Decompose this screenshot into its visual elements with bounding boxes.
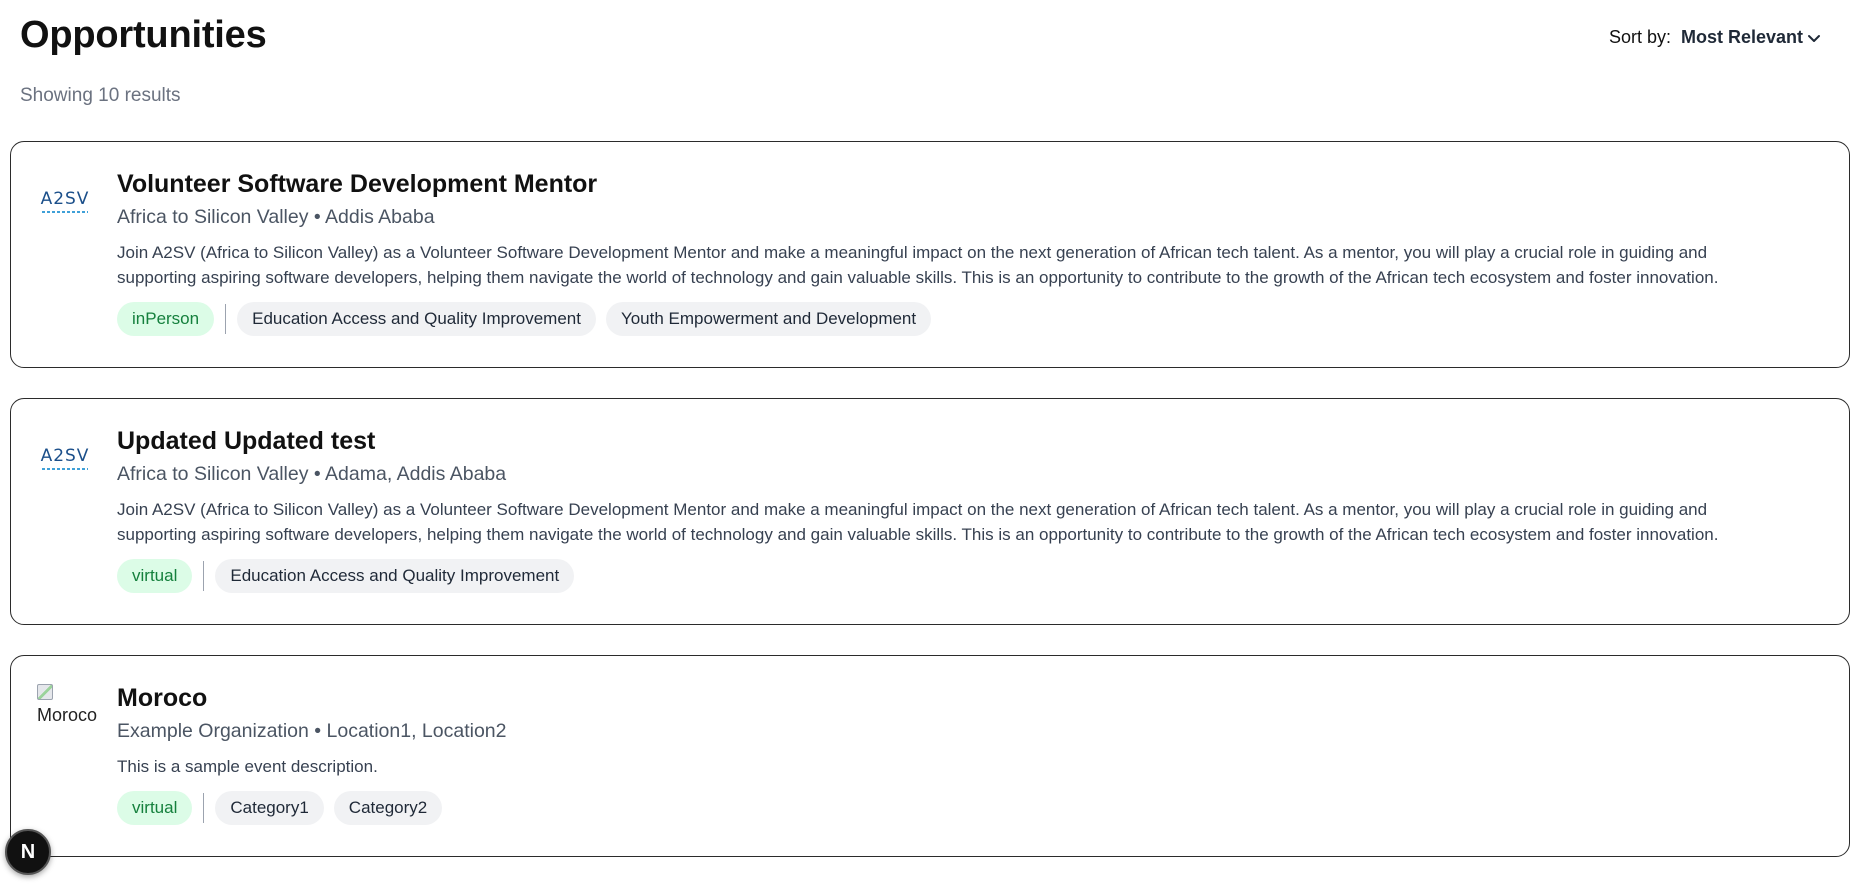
card-description: Join A2SV (Africa to Silicon Valley) as … bbox=[117, 500, 1719, 544]
tag-list: virtual Education Access and Quality Imp… bbox=[117, 559, 1789, 593]
logo-underline bbox=[42, 211, 88, 213]
chevron-down-icon bbox=[1808, 34, 1820, 42]
sort-label: Sort by: bbox=[1608, 27, 1671, 47]
card-title[interactable]: Updated Updated test bbox=[117, 427, 1789, 456]
card-title[interactable]: Volunteer Software Development Mentor bbox=[117, 170, 1789, 199]
divider bbox=[203, 561, 205, 591]
sort-control: Sort by: Most Relevant bbox=[1609, 27, 1821, 48]
card-body: Updated Updated test Africa to Silicon V… bbox=[117, 427, 1789, 593]
category-tag: Education Access and Quality Improvement bbox=[237, 302, 596, 336]
card-subtitle: Africa to Silicon Valley • Adama, Addis … bbox=[117, 463, 507, 485]
opportunity-card[interactable]: A2SV Volunteer Software Development Ment… bbox=[10, 141, 1850, 368]
mode-badge: virtual bbox=[117, 559, 193, 593]
nextjs-dev-badge[interactable]: N bbox=[5, 829, 51, 875]
card-title[interactable]: Moroco bbox=[117, 684, 1789, 713]
divider bbox=[203, 793, 205, 823]
image-alt-text: Moroco bbox=[37, 705, 98, 725]
org-logo: A2SV bbox=[37, 184, 93, 218]
sort-value: Most Relevant bbox=[1680, 27, 1803, 47]
logo-text: A2SV bbox=[40, 189, 90, 209]
card-subtitle: Africa to Silicon Valley • Addis Ababa bbox=[117, 206, 435, 228]
opportunity-card[interactable]: A2SV Updated Updated test Africa to Sili… bbox=[10, 398, 1850, 625]
category-tag: Education Access and Quality Improvement bbox=[215, 559, 575, 593]
sort-dropdown[interactable]: Most Relevant bbox=[1681, 27, 1821, 48]
divider bbox=[225, 304, 227, 334]
category-tag: Category2 bbox=[333, 791, 443, 825]
category-tag: Youth Empowerment and Development bbox=[605, 302, 932, 336]
results-count: Showing 10 results bbox=[20, 85, 181, 106]
logo-underline bbox=[42, 468, 88, 470]
card-description: Join A2SV (Africa to Silicon Valley) as … bbox=[117, 243, 1719, 287]
image-placeholder-icon bbox=[37, 684, 53, 700]
card-body: Moroco Example Organization • Location1,… bbox=[117, 684, 1789, 825]
page-header: Opportunities Showing 10 results Sort by… bbox=[10, 0, 1849, 140]
card-description: This is a sample event description. bbox=[117, 757, 378, 776]
page-title: Opportunities bbox=[20, 14, 267, 56]
opportunities-page: Opportunities Showing 10 results Sort by… bbox=[0, 0, 1859, 884]
card-subtitle: Example Organization • Location1, Locati… bbox=[117, 720, 507, 742]
card-body: Volunteer Software Development Mentor Af… bbox=[117, 170, 1789, 336]
opportunity-card[interactable]: Moroco Moroco Example Organization • Loc… bbox=[10, 655, 1850, 857]
category-tag: Category1 bbox=[215, 791, 324, 825]
broken-image-icon: Moroco bbox=[37, 684, 107, 734]
logo-text: A2SV bbox=[40, 446, 90, 466]
mode-badge: virtual bbox=[117, 791, 193, 825]
org-logo: A2SV bbox=[37, 441, 93, 475]
tag-list: virtual Category1 Category2 bbox=[117, 791, 1789, 825]
tag-list: inPerson Education Access and Quality Im… bbox=[117, 302, 1789, 336]
mode-badge: inPerson bbox=[117, 302, 215, 336]
